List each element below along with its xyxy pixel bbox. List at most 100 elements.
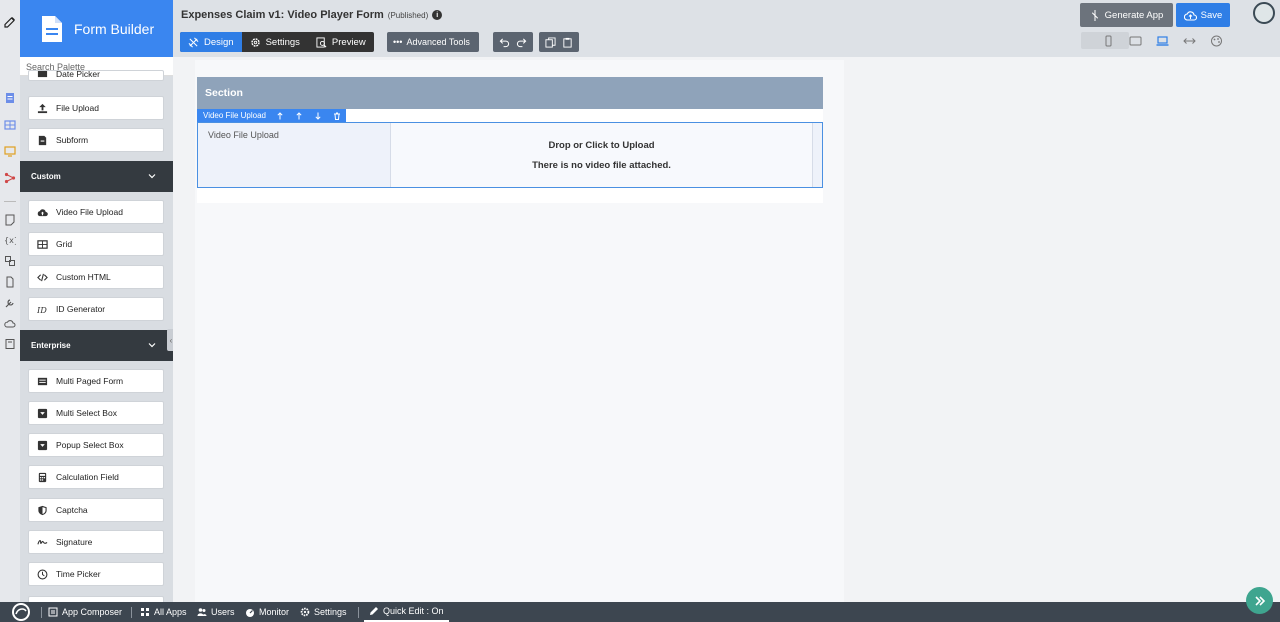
cloud-icon[interactable] bbox=[3, 317, 17, 331]
palette-item-video-file-upload[interactable]: Video File Upload bbox=[28, 200, 164, 224]
bottom-item-users[interactable]: Users bbox=[197, 602, 235, 622]
palette-item-custom-html[interactable]: Custom HTML bbox=[28, 265, 164, 289]
move-up-icon[interactable] bbox=[294, 111, 304, 121]
palette-header: Form Builder bbox=[20, 0, 173, 57]
field-toolbar-label: Video File Upload bbox=[203, 111, 267, 120]
move-down-icon[interactable] bbox=[313, 111, 323, 121]
bottom-item-all-apps[interactable]: All Apps bbox=[140, 602, 187, 622]
palette-item-signature[interactable]: Signature bbox=[28, 530, 164, 554]
advanced-tools-button[interactable]: ••• Advanced Tools bbox=[387, 32, 479, 52]
pages-icon bbox=[36, 375, 49, 388]
copy-icon[interactable] bbox=[545, 36, 556, 48]
apps-grid-icon bbox=[141, 608, 149, 616]
variable-icon[interactable]: {x} bbox=[3, 233, 17, 247]
copy-paste-group bbox=[539, 32, 579, 52]
palette-title: Form Builder bbox=[74, 20, 155, 37]
palette-item-date-picker[interactable]: Date Picker bbox=[28, 70, 164, 81]
wrench-icon[interactable] bbox=[3, 296, 17, 310]
calculator-icon bbox=[36, 471, 49, 484]
users-icon bbox=[197, 608, 207, 616]
bottom-bar: App Composer All Apps Users Monitor Sett… bbox=[0, 602, 1280, 622]
palette-item-multi-select-box[interactable]: Multi Select Box bbox=[28, 401, 164, 425]
signature-icon bbox=[36, 536, 49, 549]
top-header: Expenses Claim v1: Video Player Form (Pu… bbox=[173, 0, 1280, 57]
popup-select-icon bbox=[36, 439, 49, 452]
subform-icon bbox=[36, 134, 49, 147]
tab-design[interactable]: Design bbox=[180, 32, 242, 52]
quick-edit-toggle[interactable]: Quick Edit : On bbox=[364, 602, 449, 622]
palette-group-enterprise[interactable]: Enterprise bbox=[20, 330, 173, 361]
tab-preview[interactable]: Preview bbox=[308, 32, 374, 52]
info-icon[interactable]: i bbox=[432, 10, 443, 20]
composer-icon bbox=[48, 607, 58, 617]
gear-icon bbox=[300, 607, 310, 617]
bottom-item-settings[interactable]: Settings bbox=[300, 602, 347, 622]
svg-text:ID: ID bbox=[37, 305, 47, 315]
edit-icon[interactable] bbox=[3, 15, 17, 29]
field-toolbar: Video File Upload bbox=[197, 109, 347, 122]
trash-icon[interactable] bbox=[332, 111, 342, 121]
dots-icon: ••• bbox=[393, 37, 403, 47]
wand-icon bbox=[1091, 9, 1098, 21]
app-logo-icon[interactable] bbox=[8, 602, 34, 622]
expand-panel-button[interactable] bbox=[1246, 587, 1273, 614]
expand-width-icon[interactable] bbox=[1181, 34, 1197, 48]
field-label: Video File Upload bbox=[208, 130, 279, 140]
undo-icon[interactable] bbox=[499, 37, 510, 48]
cloud-upload-icon bbox=[1183, 10, 1197, 21]
palette-item-multi-paged-form[interactable]: Multi Paged Form bbox=[28, 369, 164, 393]
plugin-icon[interactable] bbox=[3, 254, 17, 268]
left-icon-rail: {x} bbox=[0, 0, 20, 602]
upload-prompt: Drop or Click to Upload bbox=[548, 139, 655, 151]
palette-item-time-picker[interactable]: Time Picker bbox=[28, 562, 164, 586]
form-icon[interactable] bbox=[3, 91, 17, 105]
id-icon: ID bbox=[36, 303, 49, 316]
palette-item-id-generator[interactable]: ID ID Generator bbox=[28, 297, 164, 321]
form-status: (Published) bbox=[387, 10, 429, 20]
bottom-item-app-composer[interactable]: App Composer bbox=[48, 602, 122, 622]
palette-theme-icon[interactable] bbox=[1208, 34, 1224, 48]
resource-icon[interactable] bbox=[3, 275, 17, 289]
process-icon[interactable] bbox=[3, 171, 17, 185]
select-box-icon bbox=[36, 407, 49, 420]
phone-icon[interactable] bbox=[1100, 34, 1116, 48]
palette-group-custom[interactable]: Custom bbox=[20, 161, 173, 192]
palette-item-grid[interactable]: Grid bbox=[28, 232, 164, 256]
form-title: Expenses Claim v1: Video Player Form (Pu… bbox=[181, 9, 443, 21]
redo-icon[interactable] bbox=[516, 37, 527, 48]
generate-app-button[interactable]: Generate App bbox=[1080, 3, 1173, 27]
chevron-down-icon bbox=[148, 343, 156, 348]
undo-redo-group bbox=[493, 32, 533, 52]
gear-icon bbox=[250, 37, 260, 47]
code-icon bbox=[36, 271, 49, 284]
move-to-parent-icon[interactable] bbox=[275, 111, 285, 121]
page-icon[interactable] bbox=[3, 337, 17, 351]
tablet-icon[interactable] bbox=[1127, 34, 1143, 48]
form-section[interactable]: Section Video File Upload Video File Upl… bbox=[197, 77, 823, 203]
avatar[interactable] bbox=[1253, 2, 1275, 24]
palette-item-popup-select-box[interactable]: Popup Select Box bbox=[28, 433, 164, 457]
shield-icon bbox=[36, 504, 49, 517]
palette-item-file-upload[interactable]: File Upload bbox=[28, 96, 164, 120]
palette-item-subform[interactable]: Subform bbox=[28, 128, 164, 152]
save-button[interactable]: Save bbox=[1176, 3, 1230, 27]
palette-item-captcha[interactable]: Captcha bbox=[28, 498, 164, 522]
upload-dropzone[interactable]: Drop or Click to Upload There is no vide… bbox=[390, 123, 813, 187]
section-header[interactable]: Section bbox=[197, 77, 823, 109]
pencil-icon bbox=[370, 607, 378, 615]
cloud-upload-icon bbox=[36, 206, 49, 219]
bottom-item-monitor[interactable]: Monitor bbox=[245, 602, 289, 622]
clock-icon bbox=[36, 568, 49, 581]
palette-item-calculation-field[interactable]: Calculation Field bbox=[28, 465, 164, 489]
design-icon bbox=[188, 37, 199, 47]
video-file-upload-field[interactable]: Video File Upload Drop or Click to Uploa… bbox=[197, 122, 823, 188]
note-icon[interactable] bbox=[3, 213, 17, 227]
userview-icon[interactable] bbox=[3, 144, 17, 158]
svg-text:{x}: {x} bbox=[4, 236, 16, 245]
table-icon[interactable] bbox=[3, 118, 17, 132]
tab-settings[interactable]: Settings bbox=[242, 32, 308, 52]
paste-icon[interactable] bbox=[562, 37, 573, 48]
monitor-icon bbox=[246, 609, 254, 617]
laptop-icon[interactable] bbox=[1154, 34, 1170, 48]
calendar-icon bbox=[36, 71, 49, 79]
